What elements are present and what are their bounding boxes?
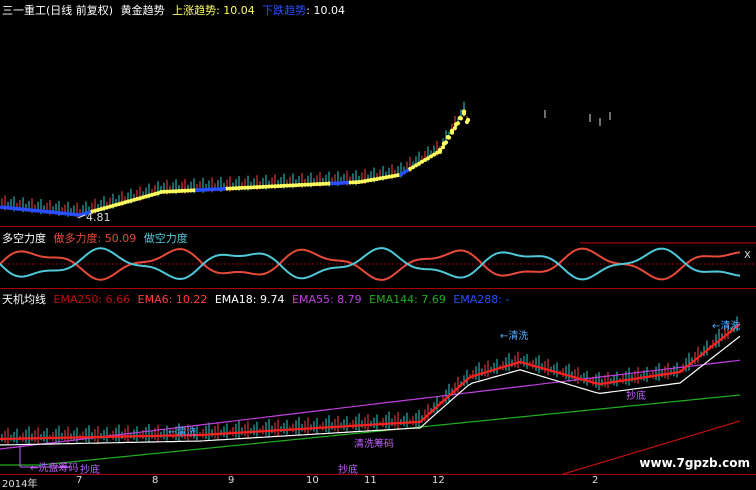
- down-trend-label: 下跌趋势: [262, 4, 307, 17]
- bull-value: : 50.09: [97, 232, 137, 245]
- price-panel[interactable]: 三一重工(日线 前复权) 黄金趋势 上涨趋势: 10.04 下跌趋势: 10.0…: [0, 0, 756, 225]
- x-tick: 10: [306, 475, 319, 486]
- strength-title: 多空力度: [2, 232, 46, 245]
- price-chart: 4.81: [0, 0, 756, 225]
- ema-title: 天机均线: [2, 293, 46, 306]
- x-tick: 9: [228, 475, 235, 486]
- ema144-value: EMA144: 7.69: [369, 293, 446, 306]
- indicator-name: 黄金趋势: [120, 4, 165, 17]
- down-trend-value: : 10.04: [306, 4, 345, 17]
- watermark: www.7gpzb.com: [639, 456, 750, 470]
- bear-label: 做空力度: [143, 232, 188, 245]
- annotation-wash-2: ←清洗: [500, 331, 529, 342]
- bull-label: 做多力度: [53, 232, 98, 245]
- stock-title: 三一重工(日线 前复权): [2, 4, 114, 17]
- up-trend-value: : 10.04: [216, 4, 255, 17]
- price-header: 三一重工(日线 前复权) 黄金趋势 上涨趋势: 10.04 下跌趋势: 10.0…: [2, 2, 349, 18]
- x-tick: 2: [592, 475, 599, 486]
- up-trend-label: 上涨趋势: [172, 4, 217, 17]
- strength-side-label: X: [744, 250, 751, 261]
- x-tick: 11: [364, 475, 377, 486]
- annotation-wash-3: ←清洗: [712, 321, 741, 332]
- annotation-wash-1: ←清洗: [168, 427, 197, 438]
- ema6-value: EMA6: 10.22: [137, 293, 208, 306]
- annotation-bottom-2: 抄底: [626, 391, 646, 402]
- ema-panel[interactable]: 天机均线 EMA250: 6.66 EMA6: 10.22 EMA18: 9.7…: [0, 289, 756, 475]
- annotation-wash-chips: ←洗盘筹码: [30, 463, 79, 474]
- ema-header: 天机均线 EMA250: 6.66 EMA6: 10.22 EMA18: 9.7…: [2, 291, 513, 307]
- strength-header: 多空力度 做多力度: 50.09 做空力度: [2, 230, 192, 246]
- ema18-value: EMA18: 9.74: [214, 293, 285, 306]
- strength-panel[interactable]: 多空力度 做多力度: 50.09 做空力度 X: [0, 228, 756, 288]
- annotation-bottom-1: 抄底: [80, 465, 100, 475]
- x-tick: 7: [76, 475, 83, 486]
- x-tick: 2014年: [2, 479, 38, 490]
- annotation-wash-chips-2: 清洗筹码: [354, 439, 394, 450]
- low-price-label: 4.81: [86, 211, 111, 224]
- x-tick: 12: [432, 475, 445, 486]
- ema288-value: EMA288: -: [453, 293, 510, 306]
- annotation-bottom-3: 抄底: [338, 465, 358, 475]
- ema55-value: EMA55: 8.79: [292, 293, 362, 306]
- ema250-value: EMA250: 6.66: [53, 293, 131, 306]
- x-axis: 2014年 7 8 9 10 11 12 2: [0, 474, 756, 490]
- x-tick: 8: [152, 475, 159, 486]
